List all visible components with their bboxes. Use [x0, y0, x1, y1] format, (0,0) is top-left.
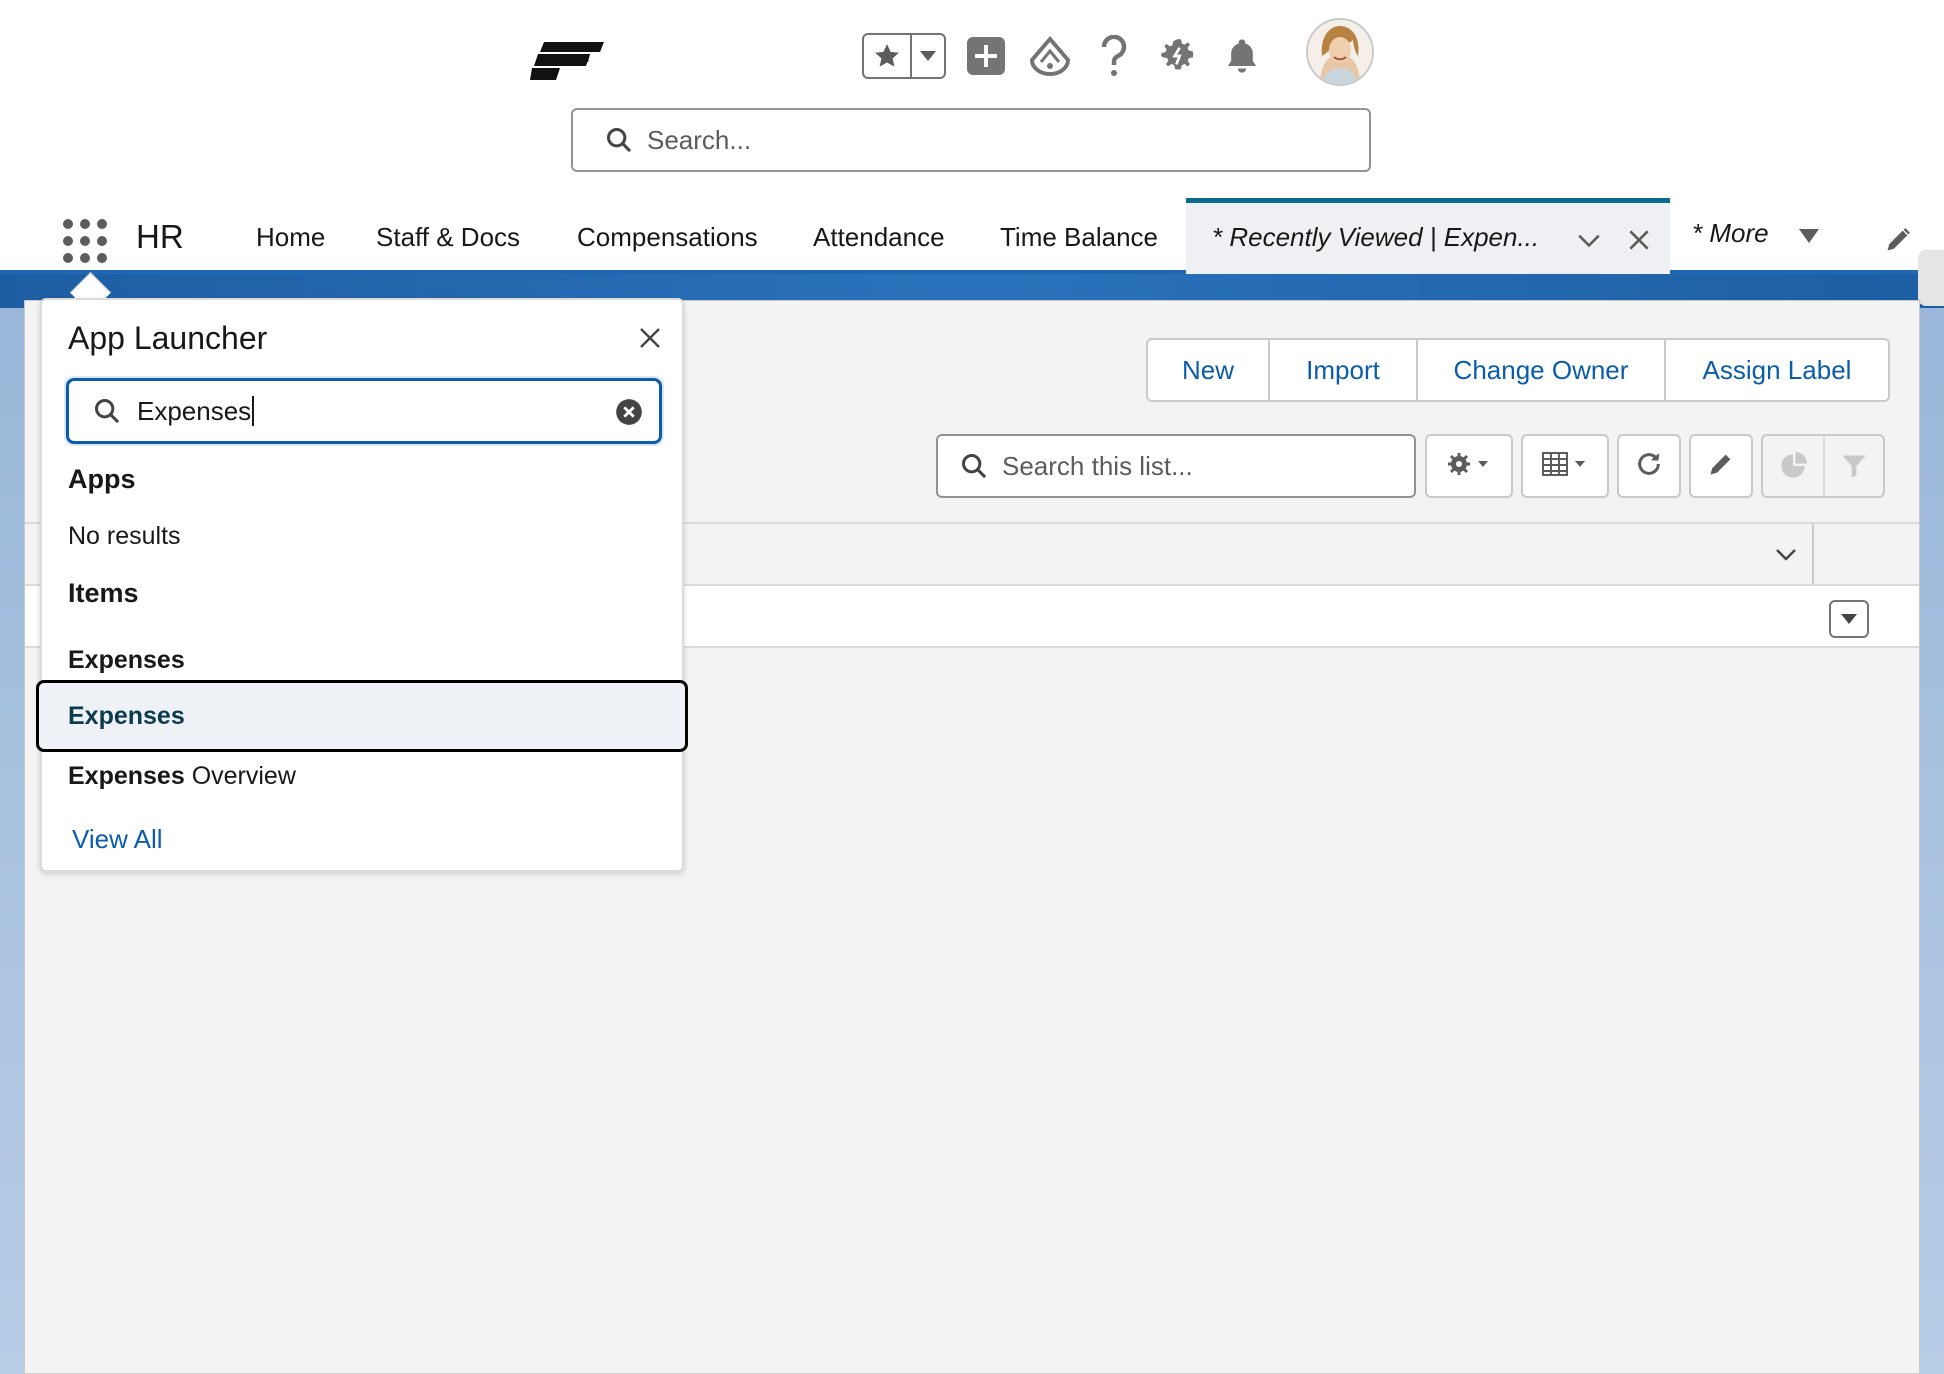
launcher-item-expenses-selected[interactable]: Expenses — [36, 680, 688, 752]
nav-item-home[interactable]: Home — [256, 222, 325, 253]
global-header: Search... — [0, 0, 1944, 198]
launcher-item-expenses[interactable]: Expenses — [68, 646, 185, 675]
company-logo[interactable] — [530, 36, 610, 82]
item-match-text: Expenses — [68, 702, 185, 730]
list-search-placeholder: Search this list... — [1002, 450, 1193, 481]
help-icon[interactable] — [1090, 32, 1138, 80]
app-name: HR — [136, 218, 184, 255]
bell-icon[interactable] — [1218, 32, 1266, 80]
setup-gear-icon[interactable] — [1154, 32, 1202, 80]
close-tab-icon[interactable] — [1626, 227, 1652, 258]
new-button[interactable]: New — [1148, 340, 1270, 400]
nav-item-compensations[interactable]: Compensations — [577, 222, 758, 253]
inline-edit-button[interactable] — [1689, 434, 1753, 498]
side-panel-handle[interactable] — [1918, 250, 1944, 306]
clear-search-icon[interactable] — [615, 398, 643, 431]
user-avatar[interactable] — [1306, 18, 1374, 86]
caret-down-icon[interactable] — [1798, 228, 1820, 249]
row-action-menu-button[interactable] — [1829, 600, 1869, 638]
global-search-placeholder: Search... — [647, 124, 752, 155]
chevron-down-icon[interactable] — [1576, 227, 1602, 258]
global-search-box[interactable]: Search... — [571, 108, 1371, 172]
list-settings-button[interactable] — [1425, 434, 1513, 498]
tab-recently-viewed-expenses[interactable]: * Recently Viewed | Expen... — [1186, 198, 1670, 274]
utility-icons — [862, 28, 1266, 84]
list-search-input[interactable]: Search this list... — [936, 434, 1416, 498]
launcher-item-expenses-overview[interactable]: Expenses Overview — [68, 762, 296, 791]
list-actions-button-group: New Import Change Owner Assign Label — [1146, 338, 1890, 402]
apps-heading: Apps — [68, 464, 136, 494]
chevron-down-icon[interactable] — [1773, 542, 1799, 571]
app-launcher-popover: App Launcher Expenses Apps No results It… — [36, 298, 688, 872]
nav-item-staff-docs[interactable]: Staff & Docs — [376, 222, 520, 253]
edit-nav-pencil-icon[interactable] — [1884, 226, 1912, 259]
nav-more-tab[interactable]: * More — [1692, 218, 1769, 249]
app-launcher-title: App Launcher — [68, 320, 268, 356]
filter-icon[interactable] — [1825, 452, 1883, 480]
items-heading: Items — [68, 578, 139, 608]
chevron-down-icon[interactable] — [912, 35, 944, 77]
refresh-button[interactable] — [1617, 434, 1681, 498]
app-navigation-bar: HR Home Staff & Docs Compensations Atten… — [0, 198, 1944, 274]
app-launcher-waffle-icon[interactable] — [56, 212, 107, 263]
change-owner-button[interactable]: Change Owner — [1418, 340, 1666, 400]
nav-item-attendance[interactable]: Attendance — [813, 222, 945, 253]
apps-no-results: No results — [68, 522, 181, 550]
refresh-icon — [1635, 450, 1663, 483]
gear-icon — [1446, 451, 1492, 482]
item-match-text: Expenses — [68, 646, 185, 674]
display-as-table-button[interactable] — [1521, 434, 1609, 498]
plus-square-icon[interactable] — [962, 32, 1010, 80]
app-launcher-search-value: Expenses — [137, 395, 252, 426]
item-rest-text: Overview — [184, 762, 296, 790]
search-icon — [605, 126, 633, 154]
nav-item-time-balance[interactable]: Time Balance — [1000, 222, 1158, 253]
view-all-link[interactable]: View All — [72, 824, 163, 855]
favorites-button-group — [862, 33, 946, 79]
search-icon — [93, 397, 121, 425]
trailhead-icon[interactable] — [1026, 32, 1074, 80]
import-button[interactable]: Import — [1270, 340, 1418, 400]
close-icon[interactable] — [638, 326, 662, 355]
text-cursor — [252, 396, 255, 426]
edit-pencil-icon — [1707, 450, 1735, 483]
assign-label-button[interactable]: Assign Label — [1666, 340, 1888, 400]
pie-chart-icon[interactable] — [1763, 436, 1825, 496]
column-divider — [1812, 524, 1814, 584]
app-launcher-search-input[interactable]: Expenses — [66, 378, 662, 444]
star-icon[interactable] — [864, 35, 912, 77]
item-match-text: Expenses — [68, 762, 185, 790]
active-tab-label: * Recently Viewed | Expen... — [1212, 222, 1540, 252]
table-icon — [1541, 451, 1589, 482]
search-icon — [960, 452, 988, 480]
chart-filter-button-group — [1761, 434, 1885, 498]
